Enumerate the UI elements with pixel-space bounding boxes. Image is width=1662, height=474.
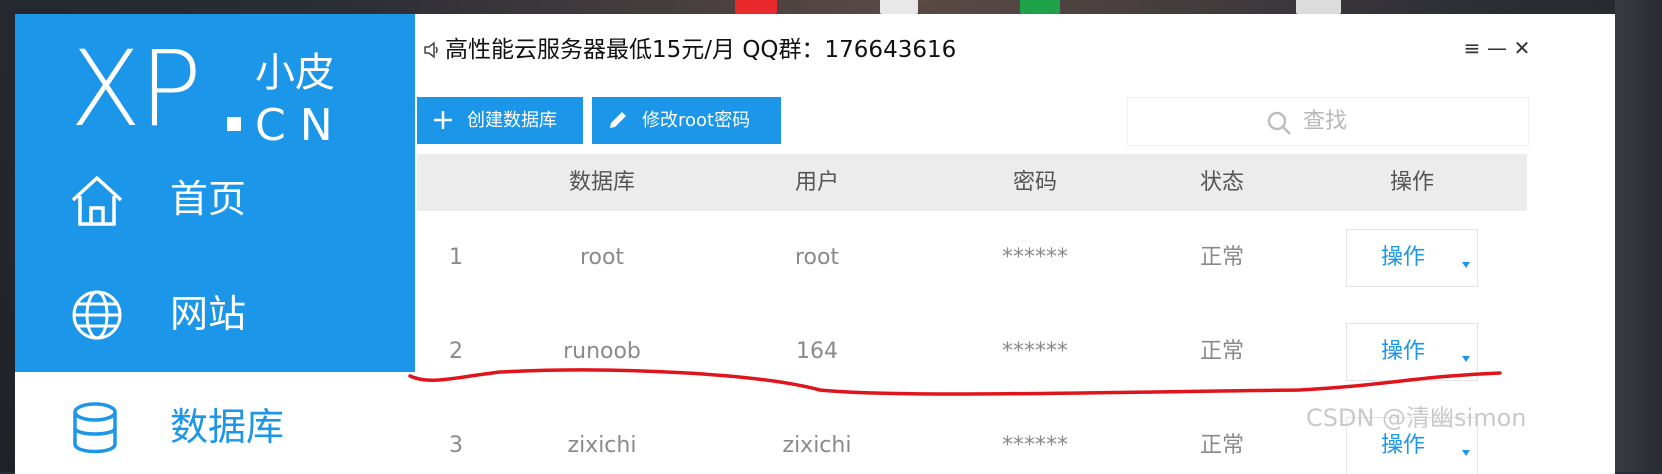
announcement-title: 高性能云服务器最低15元/月 QQ群：176643616: [445, 37, 957, 63]
sidebar-item-website[interactable]: 网站: [15, 259, 415, 374]
home-icon: [71, 176, 123, 226]
cell-user: 164: [796, 339, 838, 364]
speaker-icon: [424, 41, 438, 59]
caret-down-icon: [1462, 356, 1470, 362]
cell-database: zixichi: [567, 433, 637, 458]
minimize-icon[interactable]: —: [1485, 36, 1509, 60]
search-placeholder: 查找: [1303, 109, 1348, 134]
cell-user: root: [794, 245, 840, 270]
action-dropdown-button[interactable]: 操作: [1346, 229, 1478, 287]
menu-icon[interactable]: ≡: [1460, 36, 1484, 60]
header-password: 密码: [1012, 170, 1057, 195]
create-database-label: 创建数据库: [467, 110, 557, 131]
sidebar: XP 小皮 CN 首页 网站 数据库: [15, 14, 415, 474]
sidebar-item-label: 首页: [170, 177, 247, 221]
row-index: 1: [449, 245, 463, 270]
logo-dot: [227, 117, 241, 131]
cell-password: ******: [1002, 245, 1068, 270]
table-header: 数据库 用户 密码 状态 操作: [417, 154, 1527, 211]
database-icon: [73, 402, 117, 454]
logo-chinese: 小皮: [255, 50, 335, 96]
action-label: 操作: [1380, 339, 1425, 364]
desktop-icon-pdf: [735, 0, 777, 14]
search-input[interactable]: 查找: [1127, 97, 1529, 146]
desktop-icon-sheet: [1296, 0, 1341, 14]
modify-root-password-button[interactable]: 修改root密码: [592, 97, 781, 144]
table-row: 1 root root ****** 正常 操作: [417, 211, 1527, 306]
plus-icon: [434, 111, 452, 129]
sidebar-item-database[interactable]: 数据库: [15, 372, 415, 474]
header-status: 状态: [1199, 170, 1244, 195]
sidebar-item-label: 数据库: [170, 405, 285, 449]
header-action: 操作: [1389, 170, 1434, 195]
cell-status: 正常: [1199, 339, 1244, 364]
close-icon[interactable]: ✕: [1510, 36, 1534, 60]
modify-root-password-label: 修改root密码: [642, 110, 751, 131]
cell-database: runoob: [563, 339, 641, 364]
desktop-edge: [1615, 0, 1662, 472]
logo-mark: XP: [70, 28, 202, 150]
caret-down-icon: [1462, 450, 1470, 456]
action-label: 操作: [1380, 245, 1425, 270]
row-index: 3: [449, 433, 463, 458]
title-bar: 高性能云服务器最低15元/月 QQ群：176643616 ≡ — ✕: [415, 14, 1615, 84]
header-user: 用户: [794, 170, 839, 195]
table-row: 2 runoob 164 ****** 正常 操作: [417, 305, 1527, 400]
desktop-icon-green: [1020, 0, 1060, 14]
header-database: 数据库: [568, 170, 635, 195]
cell-password: ******: [1002, 433, 1068, 458]
logo: XP 小皮 CN: [70, 28, 370, 151]
cell-password: ******: [1002, 339, 1068, 364]
cell-status: 正常: [1199, 245, 1244, 270]
search-icon: [1267, 111, 1291, 135]
globe-icon: [72, 290, 122, 340]
desktop-icon-doc: [880, 0, 918, 14]
create-database-button[interactable]: 创建数据库: [417, 97, 583, 144]
cell-database: root: [579, 245, 625, 270]
cell-user: zixichi: [782, 433, 852, 458]
sidebar-item-home[interactable]: 首页: [15, 144, 415, 259]
sidebar-item-label: 网站: [170, 292, 247, 336]
action-dropdown-button[interactable]: 操作: [1346, 323, 1478, 381]
cell-status: 正常: [1199, 433, 1244, 458]
row-index: 2: [449, 339, 463, 364]
caret-down-icon: [1462, 262, 1470, 268]
watermark: CSDN @清幽simon: [1306, 404, 1527, 432]
pencil-icon: [610, 112, 626, 128]
